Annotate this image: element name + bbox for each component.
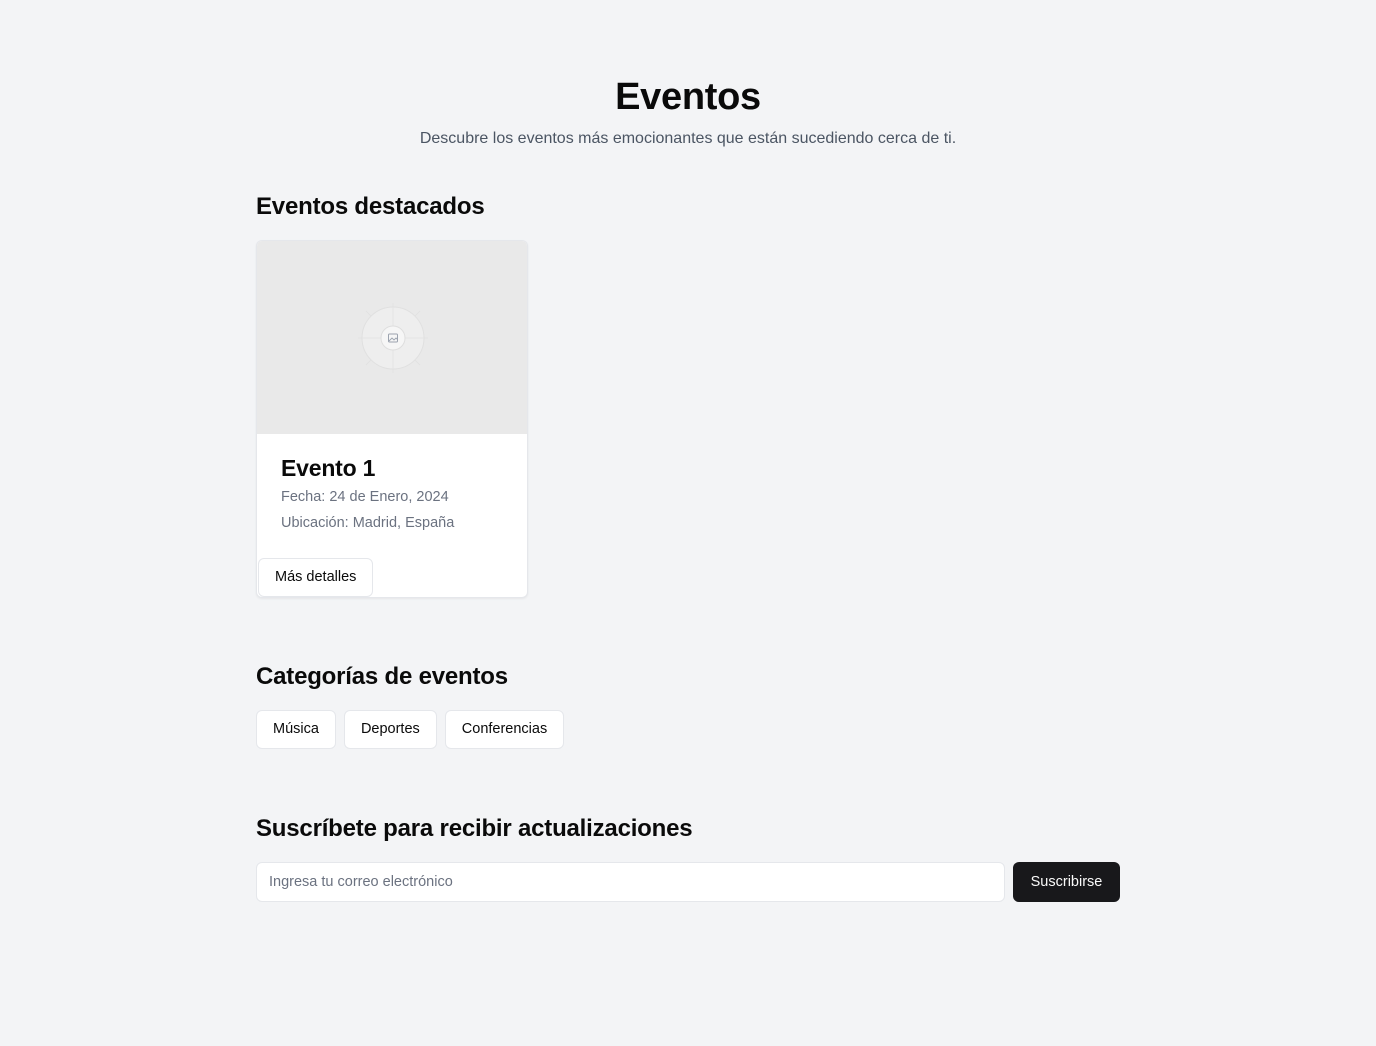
- page-title: Eventos: [615, 76, 761, 118]
- featured-heading: Eventos destacados: [256, 193, 485, 220]
- more-details-button[interactable]: Más detalles: [258, 558, 374, 597]
- email-input[interactable]: [256, 862, 1005, 902]
- page-subtitle: Descubre los eventos más emocionantes qu…: [419, 130, 957, 147]
- events-page: Eventos Descubre los eventos más emocion…: [0, 0, 1376, 1046]
- category-conferences-button[interactable]: Conferencias: [444, 710, 565, 749]
- category-sports-button[interactable]: Deportes: [343, 710, 437, 749]
- category-list: Música Deportes Conferencias: [256, 710, 565, 749]
- subscribe-heading: Suscríbete para recibir actualizaciones: [256, 815, 693, 842]
- event-card: Evento 1 Fecha: 24 de Enero, 2024 Ubicac…: [256, 240, 528, 598]
- category-music-button[interactable]: Música: [256, 710, 336, 749]
- event-title: Evento 1: [281, 455, 376, 481]
- event-location: Ubicación: Madrid, España: [281, 515, 455, 531]
- event-date: Fecha: 24 de Enero, 2024: [281, 489, 449, 505]
- categories-heading: Categorías de eventos: [256, 663, 508, 690]
- image-placeholder-icon: [358, 303, 428, 373]
- event-image-placeholder: [257, 241, 527, 434]
- subscribe-button[interactable]: Suscribirse: [1013, 862, 1120, 902]
